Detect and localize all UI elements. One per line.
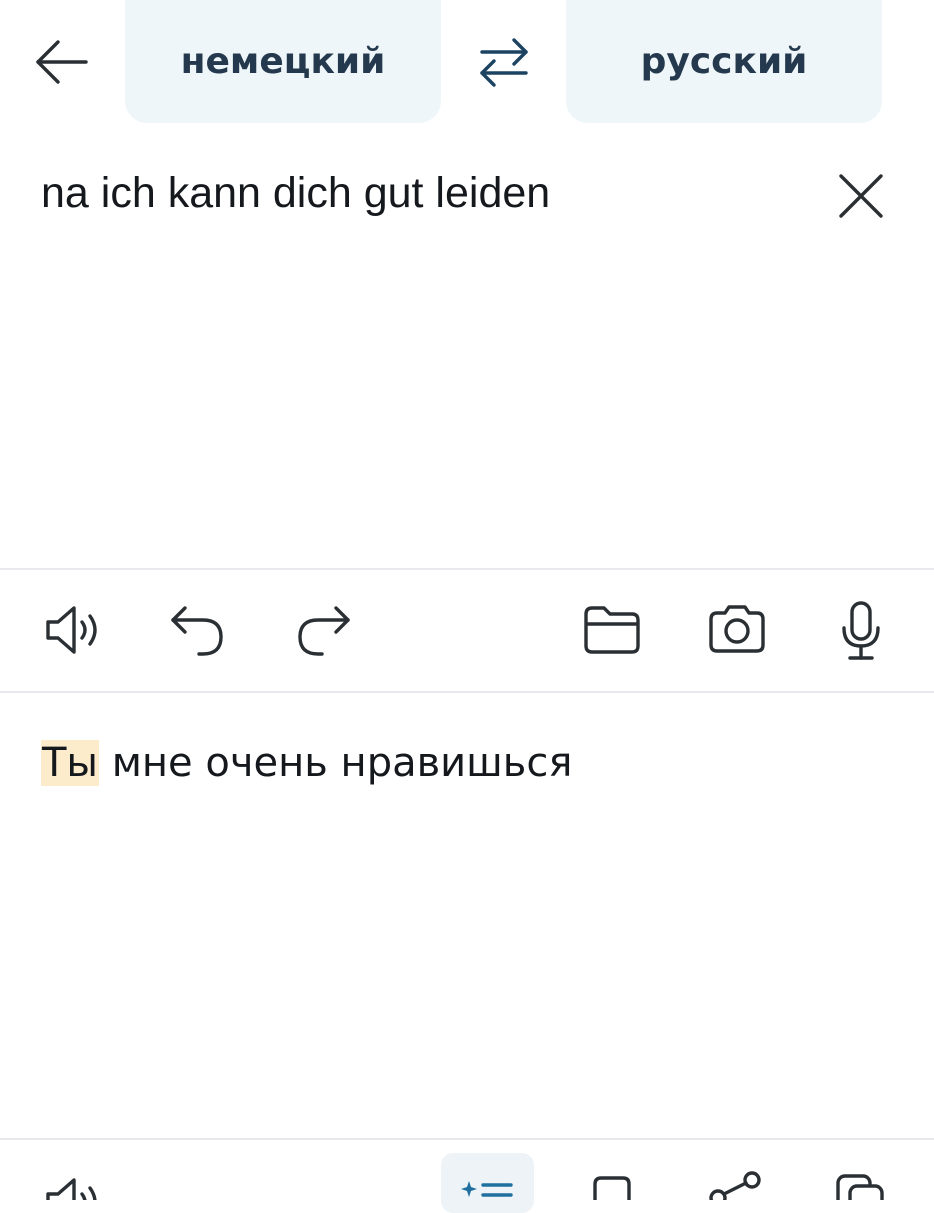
arrow-left-icon	[36, 40, 88, 84]
sparkle-list-icon	[461, 1181, 513, 1197]
microphone-icon	[842, 601, 880, 660]
copy-icon	[836, 1174, 884, 1200]
camera-button[interactable]	[707, 603, 767, 655]
result-toolbar-divider	[0, 1138, 934, 1140]
copy-button[interactable]	[834, 1172, 888, 1200]
speaker-icon	[46, 1178, 97, 1200]
translation-rest: мне очень нравишься	[99, 740, 573, 786]
bookmark-icon	[593, 1176, 631, 1200]
redo-icon	[298, 606, 350, 656]
clear-input-button[interactable]	[837, 172, 885, 220]
source-text-input[interactable]: na ich kann dich gut leiden	[41, 165, 550, 221]
back-button[interactable]	[34, 36, 90, 88]
target-language-button[interactable]: русский	[566, 0, 882, 123]
share-button[interactable]	[708, 1170, 764, 1200]
close-icon	[839, 174, 883, 218]
redo-button[interactable]	[294, 604, 352, 658]
share-icon	[709, 1171, 761, 1200]
undo-icon	[171, 606, 223, 656]
folder-icon	[584, 606, 640, 654]
swap-arrows-icon	[480, 38, 528, 87]
microphone-button[interactable]	[840, 600, 882, 662]
camera-icon	[709, 605, 765, 653]
undo-button[interactable]	[169, 604, 227, 658]
open-file-button[interactable]	[582, 604, 642, 656]
toolbar-bottom-divider	[0, 691, 934, 693]
source-language-button[interactable]: немецкий	[125, 0, 441, 123]
ai-options-button[interactable]	[441, 1153, 534, 1213]
highlighted-word[interactable]: Ты	[41, 740, 100, 786]
translation-result: Ты мне очень нравишься	[41, 736, 572, 790]
listen-source-button[interactable]	[44, 602, 104, 658]
toolbar-top-divider	[0, 568, 934, 570]
bookmark-button[interactable]	[589, 1174, 635, 1200]
swap-languages-button[interactable]	[476, 36, 532, 88]
speaker-icon	[46, 606, 97, 654]
target-language-label: русский	[640, 41, 808, 82]
listen-translation-button[interactable]	[44, 1174, 104, 1200]
source-language-label: немецкий	[180, 41, 386, 82]
